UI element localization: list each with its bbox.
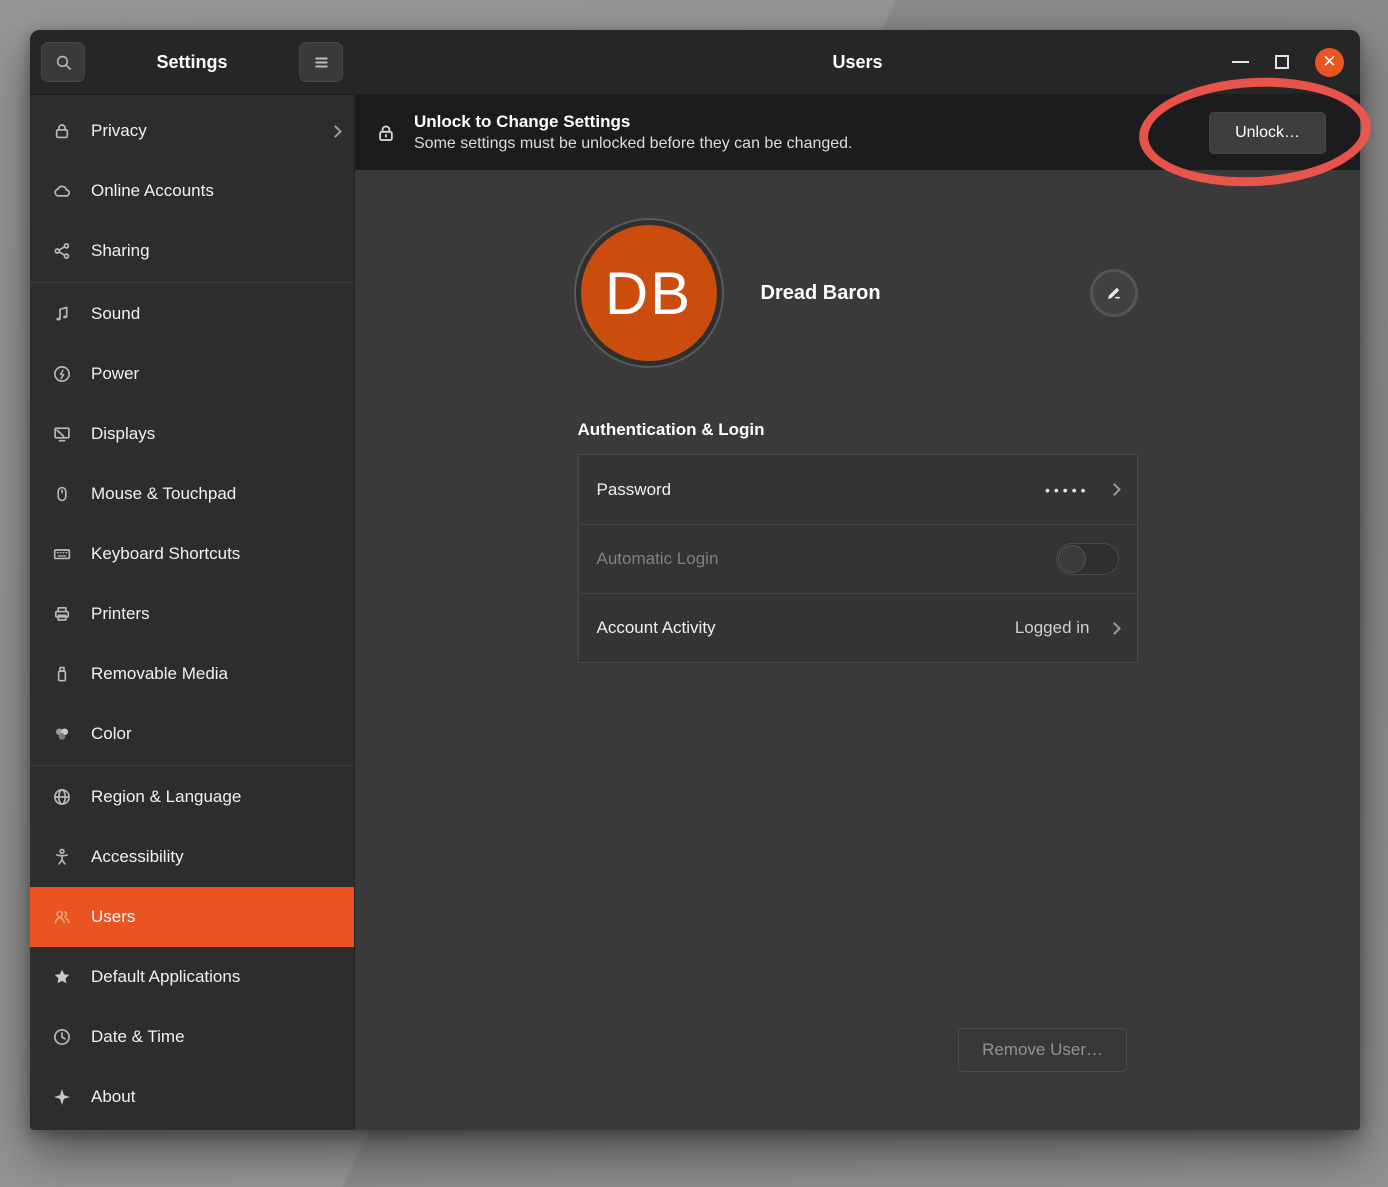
- auth-card: Password ••••• Automatic Login Accou: [578, 454, 1138, 663]
- lock-icon: [52, 121, 72, 141]
- sidebar-header: Settings: [30, 30, 354, 95]
- sidebar-item-default-applications[interactable]: Default Applications: [30, 947, 354, 1007]
- sparkle-icon: [52, 1087, 72, 1107]
- user-column: DB Dread Baron Authentication & Login Pa…: [578, 222, 1138, 663]
- app-title: Settings: [85, 52, 299, 73]
- banner-title: Unlock to Change Settings: [414, 111, 1192, 134]
- auth-section-heading: Authentication & Login: [578, 420, 1138, 440]
- sidebar-item-color[interactable]: Color: [30, 704, 354, 764]
- sidebar-separator: [30, 765, 354, 766]
- remove-user-button[interactable]: Remove User…: [958, 1028, 1127, 1072]
- sidebar-item-online-accounts[interactable]: Online Accounts: [30, 161, 354, 221]
- page-title: Users: [832, 52, 882, 73]
- banner-texts: Unlock to Change Settings Some settings …: [414, 111, 1192, 155]
- chevron-right-icon: [329, 125, 342, 138]
- sidebar-item-displays[interactable]: Displays: [30, 404, 354, 464]
- maximize-button[interactable]: [1275, 55, 1289, 69]
- mouse-icon: [52, 484, 72, 504]
- display-icon: [52, 424, 72, 444]
- settings-window: Settings Privacy Online Accounts: [30, 30, 1360, 1130]
- sidebar-item-date-time[interactable]: Date & Time: [30, 1007, 354, 1067]
- account-activity-row[interactable]: Account Activity Logged in: [579, 593, 1137, 662]
- account-activity-value: Logged in: [1015, 618, 1090, 638]
- sidebar-item-privacy[interactable]: Privacy: [30, 101, 354, 161]
- sidebar-item-region-language[interactable]: Region & Language: [30, 767, 354, 827]
- user-name: Dread Baron: [761, 282, 881, 305]
- usb-drive-icon: [52, 664, 72, 684]
- sidebar-item-accessibility[interactable]: Accessibility: [30, 827, 354, 887]
- sidebar: Settings Privacy Online Accounts: [30, 30, 355, 1130]
- sidebar-item-about[interactable]: About: [30, 1067, 354, 1127]
- sidebar-item-keyboard-shortcuts[interactable]: Keyboard Shortcuts: [30, 524, 354, 584]
- avatar: DB: [581, 225, 717, 361]
- music-note-icon: [52, 304, 72, 324]
- sidebar-item-removable-media[interactable]: Removable Media: [30, 644, 354, 704]
- sidebar-item-sound[interactable]: Sound: [30, 284, 354, 344]
- minimize-button[interactable]: [1232, 61, 1249, 63]
- star-icon: [52, 967, 72, 987]
- unlock-banner: Unlock to Change Settings Some settings …: [355, 95, 1360, 170]
- sidebar-item-mouse-touchpad[interactable]: Mouse & Touchpad: [30, 464, 354, 524]
- chevron-right-icon: [1108, 483, 1121, 496]
- close-button[interactable]: ✕: [1315, 48, 1344, 77]
- user-header: DB Dread Baron: [578, 222, 1138, 364]
- automatic-login-row: Automatic Login: [579, 524, 1137, 593]
- power-icon: [52, 364, 72, 384]
- sidebar-item-printers[interactable]: Printers: [30, 584, 354, 644]
- sidebar-list: Privacy Online Accounts Sharing: [30, 95, 354, 1130]
- edit-avatar-button[interactable]: [1090, 269, 1138, 317]
- footer-actions: Remove User…: [958, 1028, 1127, 1072]
- accessibility-icon: [52, 847, 72, 867]
- hamburger-menu-icon: [312, 53, 331, 72]
- color-circles-icon: [52, 724, 72, 744]
- search-button[interactable]: [41, 42, 85, 82]
- sidebar-separator: [30, 282, 354, 283]
- menu-button[interactable]: [299, 42, 343, 82]
- chevron-right-icon: [1108, 622, 1121, 635]
- search-icon: [54, 53, 73, 72]
- clock-icon: [52, 1027, 72, 1047]
- automatic-login-toggle[interactable]: [1056, 543, 1119, 575]
- sidebar-item-sharing[interactable]: Sharing: [30, 221, 354, 281]
- sidebar-item-users[interactable]: Users: [30, 887, 354, 947]
- toggle-knob: [1058, 545, 1086, 573]
- users-icon: [52, 907, 72, 927]
- lock-icon: [375, 122, 397, 144]
- globe-icon: [52, 787, 72, 807]
- sidebar-item-power[interactable]: Power: [30, 344, 354, 404]
- titlebar: Users ✕: [355, 30, 1360, 95]
- unlock-button[interactable]: Unlock…: [1209, 112, 1326, 154]
- cloud-icon: [52, 181, 72, 201]
- share-icon: [52, 241, 72, 261]
- password-dots: •••••: [1045, 482, 1090, 498]
- banner-subtitle: Some settings must be unlocked before th…: [414, 134, 1192, 155]
- users-content: DB Dread Baron Authentication & Login Pa…: [355, 170, 1360, 1130]
- window-controls: ✕: [1232, 30, 1344, 94]
- keyboard-icon: [52, 544, 72, 564]
- password-row[interactable]: Password •••••: [579, 455, 1137, 524]
- printer-icon: [52, 604, 72, 624]
- pencil-icon: [1104, 283, 1124, 303]
- main-panel: Users ✕ Unlock to Change Settings Some s…: [355, 30, 1360, 1130]
